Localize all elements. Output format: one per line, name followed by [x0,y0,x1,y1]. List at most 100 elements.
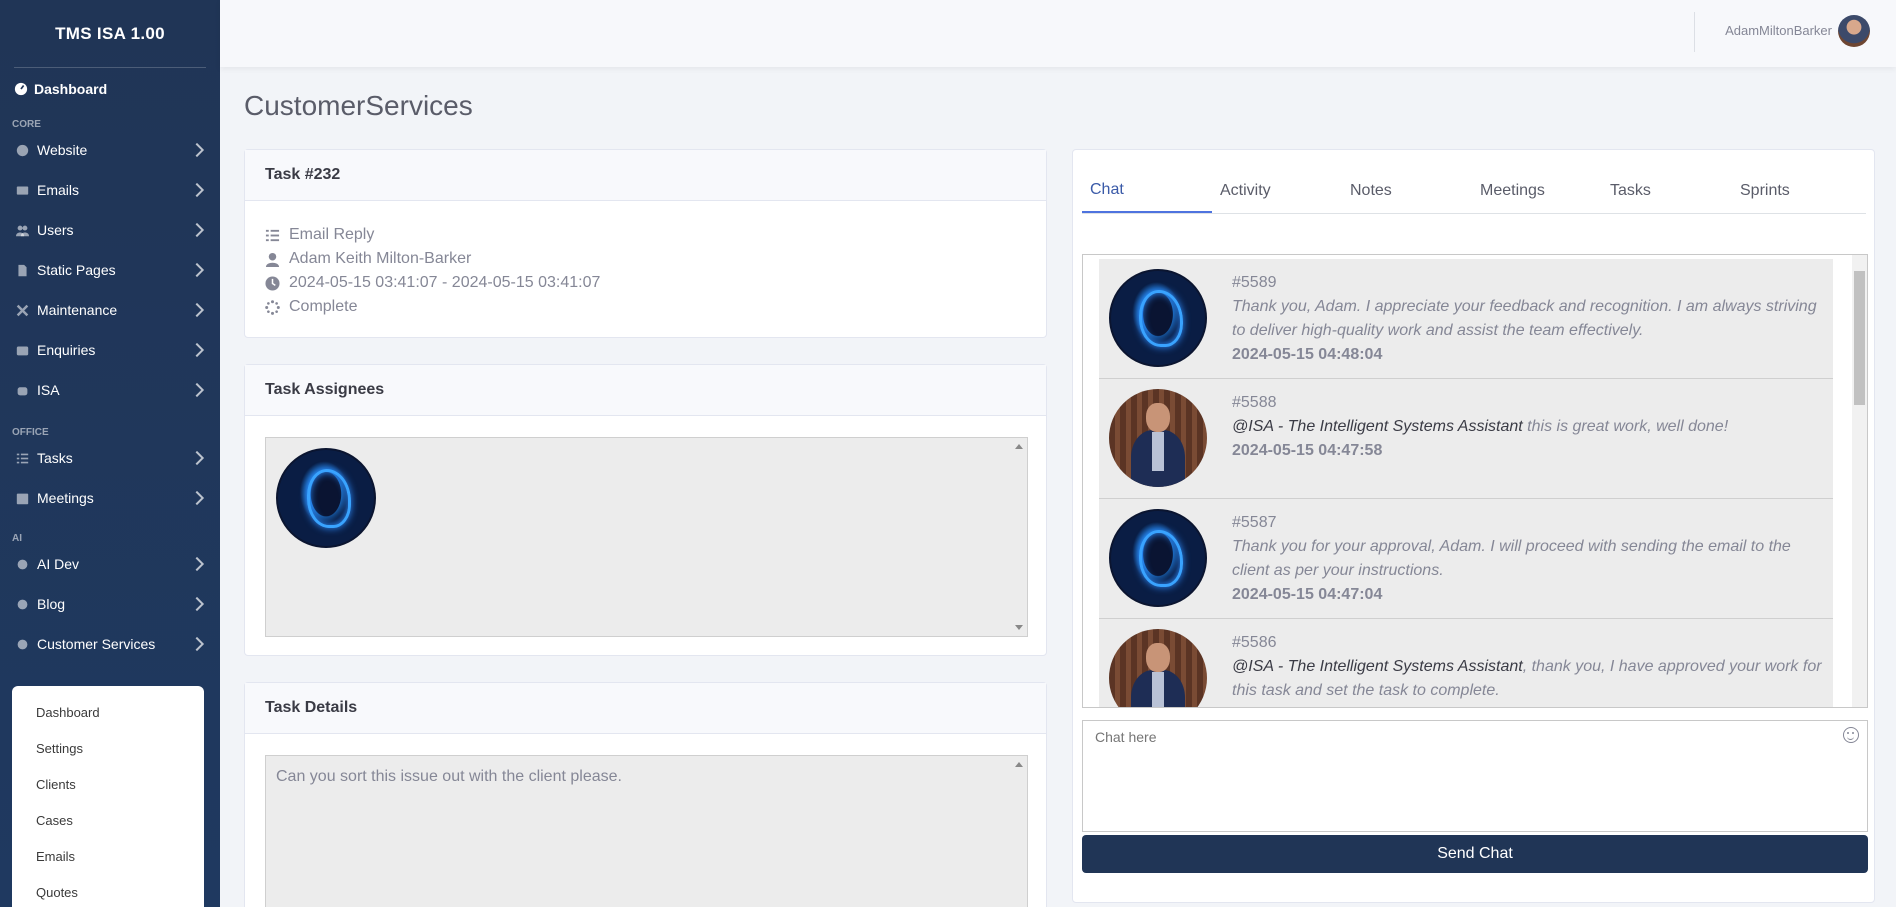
tab-notes[interactable]: Notes [1342,168,1472,213]
sidebar-item-website[interactable]: Website [0,130,220,170]
tab-sprints[interactable]: Sprints [1732,168,1862,213]
submenu-item-emails[interactable]: Emails [12,838,204,874]
scroll-up-icon[interactable] [1015,762,1023,767]
message-mention[interactable]: @ISA - The Intelligent Systems Assistant [1232,418,1523,435]
sidebar-item-maintenance[interactable]: Maintenance [0,290,220,330]
user-icon [265,252,289,267]
inbox-icon [13,344,31,357]
task-header: Task #232 [245,150,1046,201]
tools-icon [13,304,31,317]
brand-title[interactable]: TMS ISA 1.00 [0,0,220,67]
list-check-icon [265,228,289,243]
sidebar-item-emails[interactable]: Emails [0,170,220,210]
sidebar-item-isa[interactable]: ISA [0,370,220,410]
tab-activity[interactable]: Activity [1212,168,1342,213]
sidebar-item-users[interactable]: Users [0,210,220,250]
sidebar-item-static-pages[interactable]: Static Pages [0,250,220,290]
task-owner: Adam Keith Milton-Barker [289,250,472,267]
task-status-row: Complete [265,295,1046,319]
task-type-row: Email Reply [265,223,1046,247]
chat-input[interactable] [1083,721,1823,753]
sidebar-item-label: Website [37,142,88,158]
chevron-right-icon [189,450,205,466]
submenu-item-dashboard[interactable]: Dashboard [12,694,204,730]
gear-icon [13,558,31,571]
scroll-up-icon[interactable] [1015,444,1023,449]
details-card: Task Details Can you sort this issue out… [244,682,1047,907]
chat-card: Chat Activity Notes Meetings Tasks Sprints #5… [1072,149,1875,903]
sidebar-item-label: Customer Services [37,636,156,652]
message-id: #5587 [1232,514,1277,531]
submenu-item-quotes[interactable]: Quotes [12,874,204,907]
tab-meetings[interactable]: Meetings [1472,168,1602,213]
user-name[interactable]: AdamMiltonBarker [1725,23,1832,38]
customer-services-submenu: Dashboard Settings Clients Cases Emails Quote… [12,686,204,907]
task-dates: 2024-05-15 03:41:07 - 2024-05-15 03:41:0… [289,274,601,291]
sidebar-item-customer-services[interactable]: Customer Services [0,624,220,664]
submenu-item-cases[interactable]: Cases [12,802,204,838]
isa-avatar[interactable] [1109,509,1207,607]
sidebar-item-label: Users [37,222,74,238]
tab-tasks[interactable]: Tasks [1602,168,1732,213]
chevron-right-icon [189,636,205,652]
sidebar-item-meetings[interactable]: Meetings [0,478,220,518]
file-icon [13,264,31,277]
sidebar-item-label: Maintenance [37,302,118,318]
sidebar-item-label: ISA [37,382,60,398]
submenu-item-settings[interactable]: Settings [12,730,204,766]
send-chat-button[interactable]: Send Chat [1082,835,1868,873]
user-avatar[interactable] [1838,15,1870,47]
spinner-icon [265,299,289,315]
chevron-right-icon [189,262,205,278]
task-owner-row: Adam Keith Milton-Barker [265,247,1046,271]
message-id: #5586 [1232,634,1277,651]
task-type: Email Reply [289,226,375,243]
section-ai: AI [12,533,22,544]
assignees-box[interactable] [265,437,1028,637]
message-timestamp: 2024-05-15 04:47:04 [1232,586,1383,603]
scroll-down-icon[interactable] [1015,625,1023,630]
robot-icon [13,384,31,397]
sidebar-item-label: Emails [37,182,80,198]
isa-avatar[interactable] [1109,269,1207,367]
user-avatar[interactable] [1109,389,1207,487]
sidebar-item-label: Meetings [37,490,94,506]
details-textarea[interactable]: Can you sort this issue out with the cli… [265,755,1028,907]
chevron-right-icon [189,490,205,506]
chat-message: #5588 @ISA - The Intelligent Systems Assi… [1099,379,1833,499]
details-text: Can you sort this issue out with the cli… [276,768,622,785]
sidebar-item-ai-dev[interactable]: AI Dev [0,544,220,584]
list-icon [13,452,31,465]
submenu-item-clients[interactable]: Clients [12,766,204,802]
chat-input-box[interactable] [1082,720,1868,832]
tab-bar: Chat Activity Notes Meetings Tasks Sprints [1082,168,1866,214]
chat-scrollbar[interactable] [1852,255,1867,707]
chevron-right-icon [189,596,205,612]
section-office: OFFICE [12,427,49,438]
section-core: CORE [12,119,41,130]
message-timestamp: 2024-05-15 04:47:58 [1232,442,1383,459]
sidebar-item-label: Blog [37,596,66,612]
sidebar-item-dashboard[interactable]: Dashboard [0,68,220,110]
user-avatar[interactable] [1109,629,1207,707]
topbar-divider [1694,12,1695,52]
tab-chat[interactable]: Chat [1082,168,1212,213]
gear-icon [13,598,31,611]
sidebar-item-blog[interactable]: Blog [0,584,220,624]
assignee-avatar-isa[interactable] [276,448,376,548]
sidebar-item-tasks[interactable]: Tasks [0,438,220,478]
message-mention[interactable]: @ISA - The Intelligent Systems Assistant [1232,658,1523,675]
sidebar-item-label: Dashboard [34,81,108,97]
chevron-right-icon [189,182,205,198]
sidebar-item-enquiries[interactable]: Enquiries [0,330,220,370]
chevron-right-icon [189,382,205,398]
message-id: #5588 [1232,394,1277,411]
chat-message: #5587 Thank you for your approval, Adam. … [1099,499,1833,619]
chat-message: #5589 Thank you, Adam. I appreciate your … [1099,259,1833,379]
emoji-icon[interactable] [1843,727,1859,743]
chat-messages[interactable]: #5589 Thank you, Adam. I appreciate your … [1082,254,1868,708]
message-timestamp: 2024-05-15 04:46:35 [1232,703,1823,707]
envelope-icon [13,184,31,197]
scrollbar-thumb[interactable] [1854,271,1865,405]
calendar-icon [13,492,31,505]
